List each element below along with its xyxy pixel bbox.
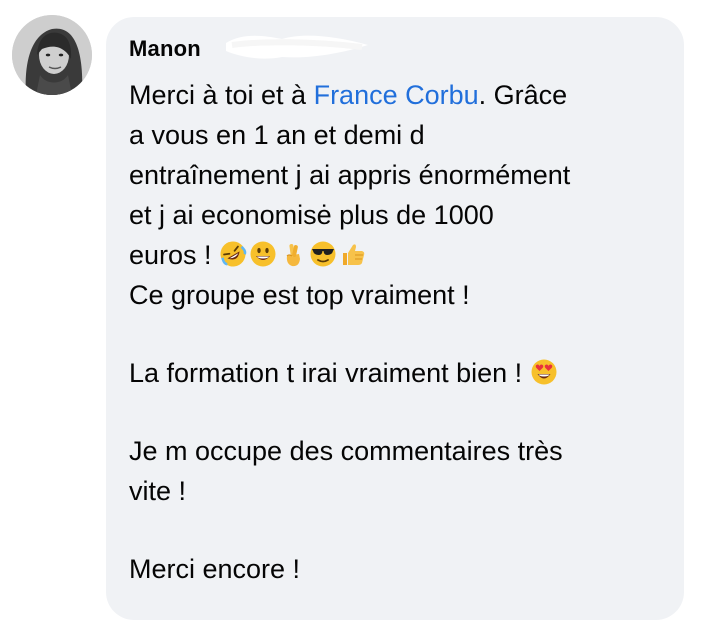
text-line: Merci encore ! <box>129 554 301 584</box>
comment-text: Merci à toi et à France Corbu. Grâce a v… <box>129 75 662 589</box>
comment-header: Manon <box>129 35 662 63</box>
avatar-photo <box>12 15 92 95</box>
avatar[interactable] <box>12 15 92 95</box>
thumbs-up-emoji <box>343 244 365 265</box>
rolling-laughing-emoji <box>220 241 247 267</box>
crossed-fingers-emoji <box>286 244 301 267</box>
text-line: vite ! <box>129 476 187 506</box>
author-name[interactable]: Manon <box>129 36 201 61</box>
comment: Manon Merci à toi et à France Corbu. Grâ… <box>0 0 707 631</box>
text-line: a vous en 1 an et demi d <box>129 120 425 150</box>
sunglasses-face-emoji <box>310 241 336 267</box>
comment-bubble: Manon Merci à toi et à France Corbu. Grâ… <box>106 17 684 620</box>
mention-link[interactable]: France Corbu <box>314 80 479 110</box>
text-line: Je m occupe des commentaires très <box>129 436 563 466</box>
text-line: La formation t irai vraiment bien ! <box>129 353 662 393</box>
text-line: entraînement j ai appris énormément <box>129 160 571 190</box>
heart-eyes-emoji <box>531 359 557 385</box>
redaction-scribble <box>226 35 368 59</box>
grinning-face-emoji <box>250 241 276 267</box>
text-line: et j ai economisė plus de 1000 <box>129 200 494 230</box>
text-line: euros ! <box>129 235 662 275</box>
text-line: Ce groupe est top vraiment ! <box>129 280 470 310</box>
text-line: Merci à toi et à France Corbu. Grâce <box>129 80 568 110</box>
